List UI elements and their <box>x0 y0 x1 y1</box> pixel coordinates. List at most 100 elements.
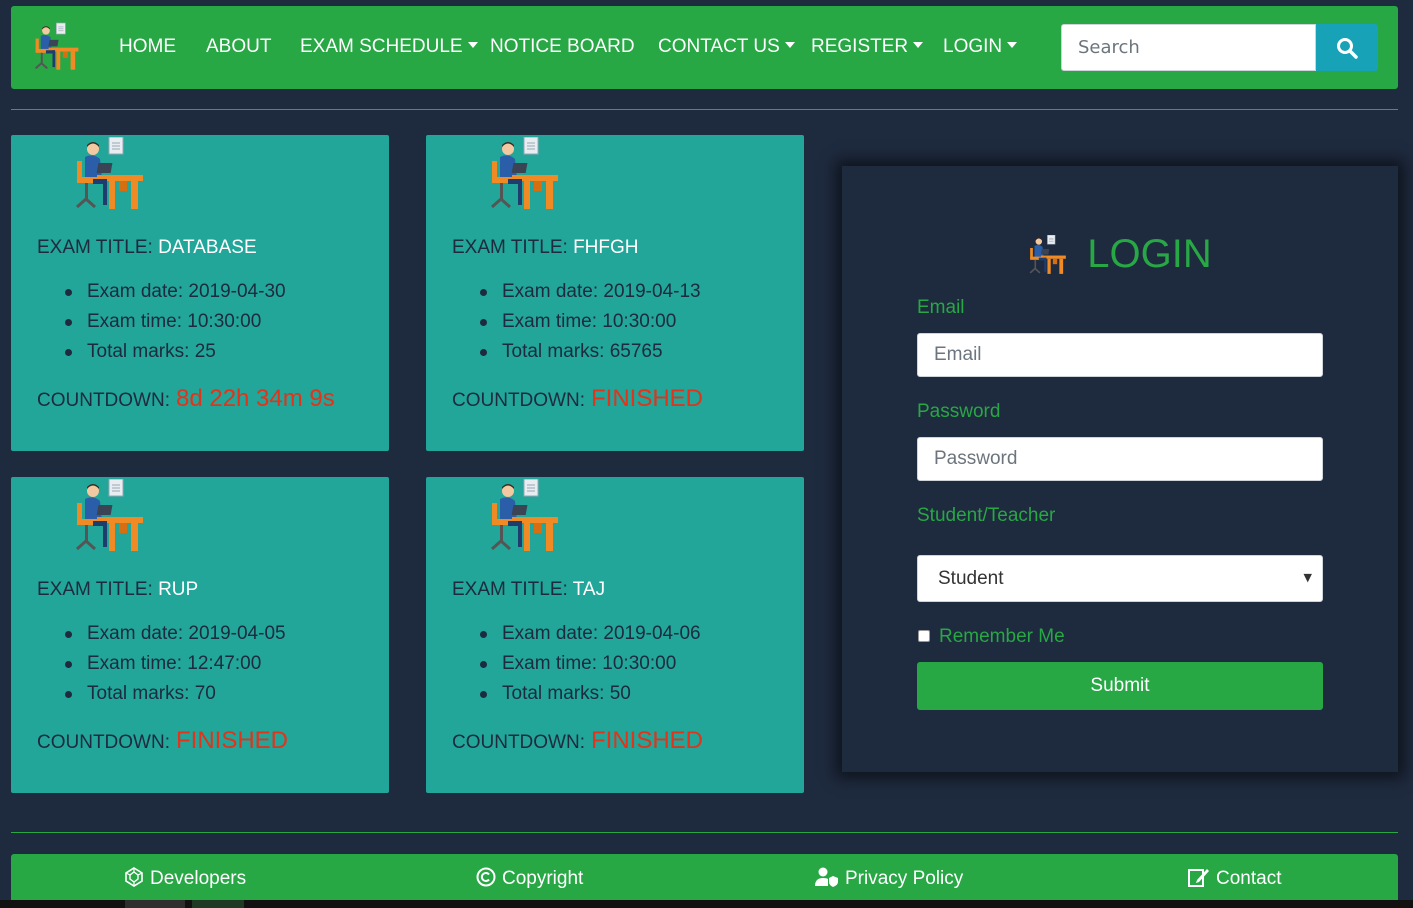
exam-title: EXAM TITLE: RUP <box>37 579 198 601</box>
countdown: COUNTDOWN: FINISHED <box>37 727 288 755</box>
email-label: Email <box>917 297 965 318</box>
footer-copyright[interactable]: Copyright <box>476 867 583 890</box>
countdown: COUNTDOWN: FINISHED <box>452 385 703 413</box>
exam-desk-icon <box>490 137 560 211</box>
exam-desk-icon <box>75 137 145 211</box>
exam-desk-icon <box>75 479 145 553</box>
nav-login-label: LOGIN <box>943 36 1003 57</box>
footer-developers[interactable]: Developers <box>124 867 246 890</box>
exam-details-list: Exam date: 2019-04-06 Exam time: 10:30:0… <box>480 619 701 709</box>
exam-date: Exam date: 2019-04-06 <box>480 619 701 649</box>
countdown: COUNTDOWN: 8d 22h 34m 9s <box>37 385 335 413</box>
exam-details-list: Exam date: 2019-04-13 Exam time: 10:30:0… <box>480 277 701 367</box>
exam-card: EXAM TITLE: RUP Exam date: 2019-04-05 Ex… <box>11 477 389 793</box>
exam-title-label: EXAM TITLE: <box>452 579 568 600</box>
role-select-value: Student <box>938 568 1004 589</box>
nav-contact-us[interactable]: CONTACT US <box>658 36 795 58</box>
login-title: LOGIN <box>1087 232 1212 276</box>
search-button[interactable] <box>1316 24 1378 71</box>
password-field[interactable] <box>917 437 1323 481</box>
exam-name: TAJ <box>572 579 606 600</box>
role-label: Student/Teacher <box>917 505 1056 526</box>
exam-title: EXAM TITLE: TAJ <box>452 579 605 601</box>
copyright-icon <box>476 867 496 887</box>
footer-contact-label: Contact <box>1216 868 1282 889</box>
exam-title-label: EXAM TITLE: <box>452 237 568 258</box>
exam-total-marks: Total marks: 70 <box>65 679 286 709</box>
exam-title-label: EXAM TITLE: <box>37 237 153 258</box>
exam-total-marks: Total marks: 25 <box>65 337 286 367</box>
nav-notice-board[interactable]: NOTICE BOARD <box>490 36 635 58</box>
login-form: LOGIN Email Password Student/Teacher Stu… <box>842 166 1398 772</box>
exam-time: Exam time: 10:30:00 <box>480 307 701 337</box>
login-header: LOGIN <box>842 232 1398 277</box>
caret-down-icon <box>913 41 924 48</box>
developers-icon <box>125 867 143 887</box>
exam-card: EXAM TITLE: TAJ Exam date: 2019-04-06 Ex… <box>426 477 804 793</box>
user-shield-icon <box>815 867 838 887</box>
taskbar-tab[interactable] <box>192 900 244 908</box>
nav-exam-schedule-label: EXAM SCHEDULE <box>300 36 463 57</box>
remember-me-checkbox[interactable] <box>918 630 930 642</box>
countdown-value: FINISHED <box>175 727 288 754</box>
exam-total-marks: Total marks: 50 <box>480 679 701 709</box>
divider-bottom <box>11 832 1398 833</box>
exam-date: Exam date: 2019-04-05 <box>65 619 286 649</box>
remember-me-label[interactable]: Remember Me <box>939 626 1065 648</box>
exam-title: EXAM TITLE: FHFGH <box>452 237 639 259</box>
nav-login[interactable]: LOGIN <box>943 36 1018 58</box>
countdown-label: COUNTDOWN: <box>37 390 170 411</box>
exam-time: Exam time: 10:30:00 <box>480 649 701 679</box>
countdown-value: 8d 22h 34m 9s <box>175 385 335 412</box>
email-field[interactable] <box>917 333 1323 377</box>
nav-contact-us-label: CONTACT US <box>658 36 780 57</box>
edit-icon <box>1188 869 1209 887</box>
navbar: HOME ABOUT EXAM SCHEDULE NOTICE BOARD CO… <box>11 6 1398 89</box>
submit-button[interactable]: Submit <box>917 662 1323 710</box>
divider-top <box>11 109 1398 110</box>
exam-details-list: Exam date: 2019-04-30 Exam time: 10:30:0… <box>65 277 286 367</box>
exam-name: FHFGH <box>573 237 639 258</box>
footer-privacy-policy[interactable]: Privacy Policy <box>815 867 963 890</box>
search-icon <box>1337 38 1358 59</box>
exam-total-marks: Total marks: 65765 <box>480 337 701 367</box>
nav-notice-board-label: NOTICE BOARD <box>490 36 635 57</box>
nav-register[interactable]: REGISTER <box>811 36 924 58</box>
exam-card: EXAM TITLE: DATABASE Exam date: 2019-04-… <box>11 135 389 451</box>
exam-name: RUP <box>158 579 199 600</box>
exam-desk-logo-icon[interactable] <box>33 22 81 72</box>
footer-copyright-label: Copyright <box>502 868 584 889</box>
footer-privacy-policy-label: Privacy Policy <box>845 868 964 889</box>
exam-desk-icon <box>490 479 560 553</box>
footer-developers-label: Developers <box>150 868 247 889</box>
caret-down-icon <box>467 41 478 48</box>
exam-card: EXAM TITLE: FHFGH Exam date: 2019-04-13 … <box>426 135 804 451</box>
taskbar-tab[interactable] <box>125 900 185 908</box>
password-label: Password <box>917 401 1001 422</box>
countdown-value: FINISHED <box>590 385 703 412</box>
exam-name: DATABASE <box>158 237 257 258</box>
caret-down-icon <box>784 41 795 48</box>
nav-about-label: ABOUT <box>206 36 272 57</box>
countdown-label: COUNTDOWN: <box>37 732 170 753</box>
nav-home[interactable]: HOME <box>119 36 176 58</box>
footer: Developers Copyright Privacy Policy Cont… <box>11 854 1398 900</box>
countdown-label: COUNTDOWN: <box>452 732 585 753</box>
exam-date: Exam date: 2019-04-30 <box>65 277 286 307</box>
exam-desk-icon <box>1029 233 1067 275</box>
nav-register-label: REGISTER <box>811 36 909 57</box>
search-input[interactable] <box>1061 24 1316 71</box>
footer-contact[interactable]: Contact <box>1188 867 1281 890</box>
exam-details-list: Exam date: 2019-04-05 Exam time: 12:47:0… <box>65 619 286 709</box>
countdown: COUNTDOWN: FINISHED <box>452 727 703 755</box>
exam-title-label: EXAM TITLE: <box>37 579 153 600</box>
countdown-value: FINISHED <box>590 727 703 754</box>
nav-home-label: HOME <box>119 36 176 57</box>
nav-about[interactable]: ABOUT <box>206 36 271 58</box>
caret-down-icon <box>1007 41 1018 48</box>
exam-date: Exam date: 2019-04-13 <box>480 277 701 307</box>
role-select[interactable]: Student ▼ <box>917 555 1323 602</box>
nav-exam-schedule[interactable]: EXAM SCHEDULE <box>300 36 478 58</box>
exam-time: Exam time: 12:47:00 <box>65 649 286 679</box>
exam-title: EXAM TITLE: DATABASE <box>37 237 257 259</box>
